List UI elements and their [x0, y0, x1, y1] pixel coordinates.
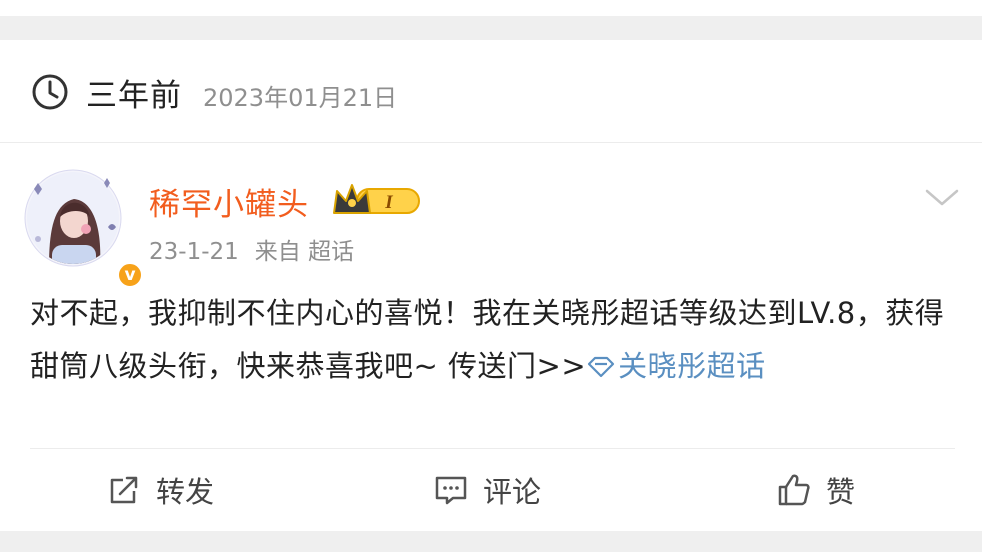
repost-button[interactable]: 转发	[106, 470, 214, 510]
repost-label: 转发	[156, 475, 215, 509]
top-strip	[0, 0, 982, 16]
post-text-main: 对不起，我抑制不住内心的喜悦！我在关晓彤超话等级达到LV.8，获得甜筒八级头衔，…	[30, 296, 945, 383]
comment-icon	[435, 476, 467, 505]
avatar-image	[24, 169, 122, 267]
like-button[interactable]: 赞	[776, 470, 855, 510]
weibo-post: v 稀罕小罐头 I 23-1-21 来自 超话 对不起，我抑制不住内心的喜悦！我在…	[0, 143, 982, 531]
post-date: 23-1-21	[149, 239, 239, 265]
crown-level-badge-icon: I	[333, 184, 420, 214]
thumbs-up-icon	[778, 474, 810, 506]
supertopic-link[interactable]: 关晓彤超话	[586, 349, 766, 383]
clock-icon	[32, 74, 68, 110]
chevron-down-icon[interactable]	[924, 185, 960, 209]
supertopic-link-label: 关晓彤超话	[618, 349, 766, 383]
like-label: 赞	[826, 475, 856, 509]
username[interactable]: 稀罕小罐头	[149, 179, 309, 224]
comment-button[interactable]: 评论	[433, 470, 541, 510]
post-text: 对不起，我抑制不住内心的喜悦！我在关晓彤超话等级达到LV.8，获得甜筒八级头衔，…	[30, 287, 960, 393]
bottom-strip	[0, 531, 982, 552]
repost-icon	[110, 476, 138, 504]
post-meta: 23-1-21 来自 超话	[149, 232, 354, 266]
memory-ago-label: 三年前	[86, 78, 182, 114]
diamond-icon	[588, 356, 615, 378]
action-divider	[30, 448, 955, 449]
post-source[interactable]: 来自 超话	[255, 239, 354, 265]
badge-level-text: I	[384, 192, 393, 213]
memory-date: 2023年01月21日	[203, 84, 398, 112]
verified-badge-icon: v	[116, 261, 144, 289]
avatar[interactable]: v	[24, 169, 144, 289]
comment-label: 评论	[483, 475, 542, 509]
